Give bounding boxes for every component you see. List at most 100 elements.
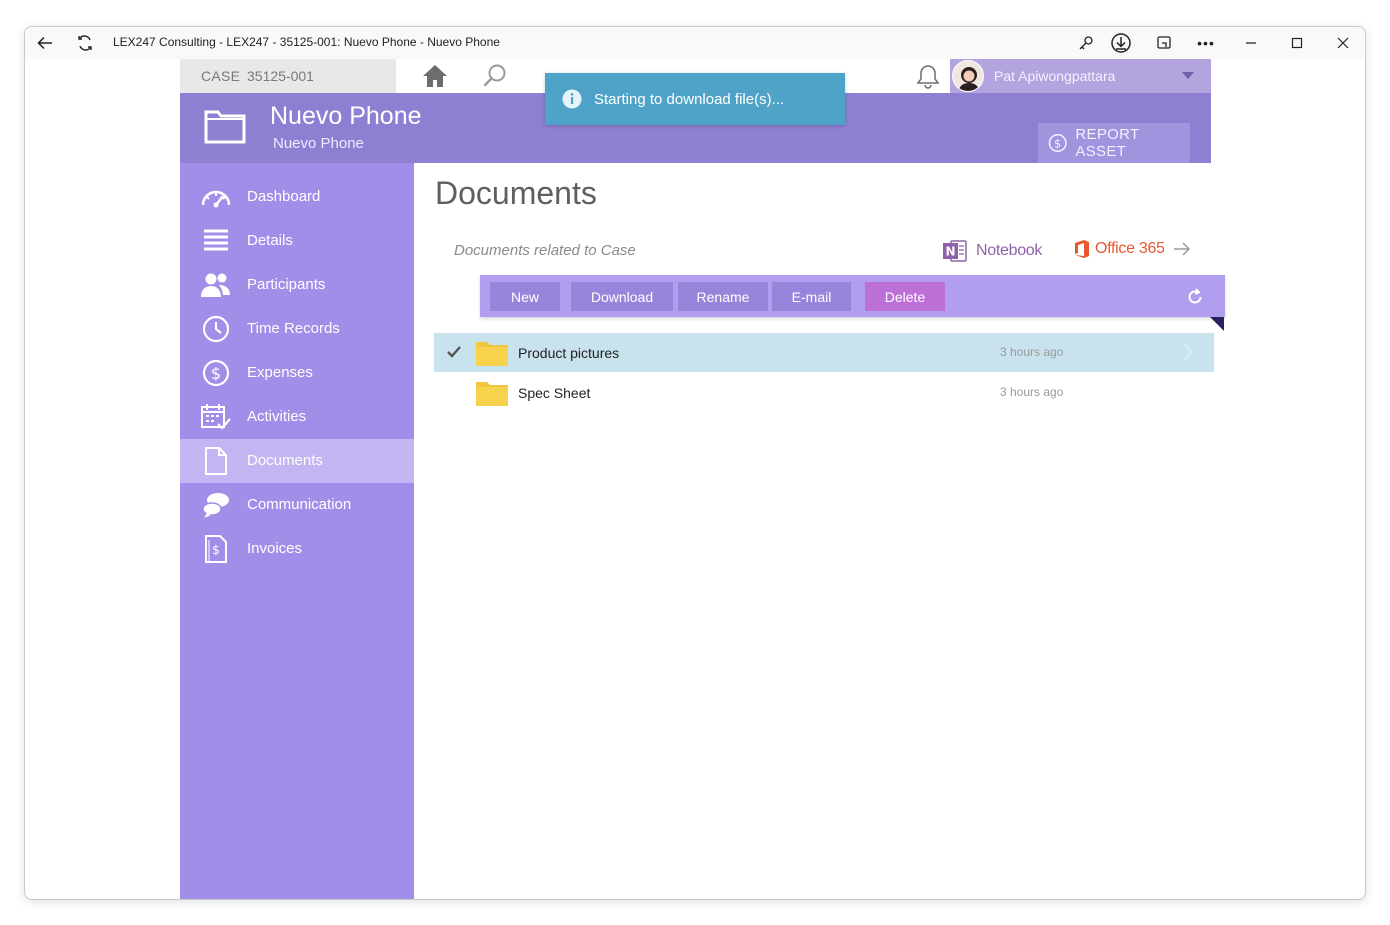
sidebar-item-label: Communication [247,496,352,513]
rename-button[interactable]: Rename [678,282,768,311]
gauge-icon [201,190,231,208]
file-row[interactable]: Product pictures 3 hours ago [434,333,1214,372]
check-icon [447,346,461,358]
toast-message: Starting to download file(s)... [594,91,785,108]
new-button[interactable]: New [490,282,560,311]
key-button[interactable] [1072,31,1100,55]
case-strip: CASE 35125-001 [180,59,396,93]
back-arrow-icon [37,36,52,50]
key-icon [1079,36,1093,50]
more-dots-icon: ••• [1197,35,1215,51]
email-button[interactable]: E-mail [772,282,851,311]
onenote-icon: N [943,240,967,262]
chevron-down-icon [1182,72,1194,79]
file-row[interactable]: Spec Sheet 3 hours ago [434,373,1214,412]
cast-button[interactable] [1150,31,1178,55]
refresh-window-button[interactable] [71,31,99,55]
window-title: LEX247 Consulting - LEX247 - 35125-001: … [113,35,500,49]
maximize-button[interactable] [1283,31,1311,55]
sidebar-item-activities[interactable]: Activities [180,395,414,439]
delete-button[interactable]: Delete [865,282,945,311]
maximize-icon [1291,37,1303,49]
sync-icon [78,35,92,51]
sidebar-item-dashboard[interactable]: Dashboard [180,175,414,219]
toolbar-corner-decoration [1210,317,1224,331]
page-title: Documents [435,175,597,211]
svg-text:$: $ [212,543,220,557]
close-icon [1337,37,1349,49]
user-avatar-icon [958,67,980,91]
calendar-icon [201,404,231,430]
folder-icon [476,382,508,406]
file-name: Product pictures [518,345,620,361]
home-icon[interactable] [421,62,449,90]
title-bar: LEX247 Consulting - LEX247 - 35125-001: … [25,27,1365,59]
sidebar-item-label: Documents [247,452,323,469]
sidebar-item-label: Participants [247,276,326,293]
sidebar-item-label: Invoices [247,540,303,557]
sidebar: Dashboard Details Participants Time Reco… [180,163,414,899]
chat-icon [202,493,229,518]
user-menu[interactable]: Pat Apiwongpattara [950,59,1211,93]
sidebar-item-participants[interactable]: Participants [180,263,414,307]
office-365-link[interactable]: Office 365 [1073,239,1191,259]
minimize-icon [1246,42,1256,44]
invoice-icon: $ [205,535,227,563]
svg-text:$: $ [211,364,221,383]
back-button[interactable] [31,31,59,55]
list-icon [204,229,228,251]
download-icon [1111,33,1131,53]
notebook-link[interactable]: N Notebook [942,238,1042,264]
sidebar-item-communication[interactable]: Communication [180,483,414,527]
search-icon[interactable] [482,63,508,89]
avatar [952,60,984,92]
chevron-right-icon [1184,344,1194,360]
folder-outline-icon [204,110,246,144]
sidebar-item-label: Expenses [247,364,313,381]
sidebar-item-label: Details [247,232,293,249]
download-button[interactable]: Download [571,282,673,311]
document-toolbar: New Download Rename E-mail Delete [480,275,1225,317]
file-timestamp: 3 hours ago [1000,345,1064,359]
sidebar-item-label: Time Records [247,320,340,337]
report-asset-label: REPORT ASSET [1075,126,1140,160]
documents-related-caption: Documents related to Case [454,242,636,259]
app-window: LEX247 Consulting - LEX247 - 35125-001: … [24,26,1366,900]
sidebar-item-invoices[interactable]: $ Invoices [180,527,414,571]
clock-icon [202,315,230,343]
download-toast[interactable]: Starting to download file(s)... [545,73,845,125]
case-number: 35125-001 [247,68,314,84]
sidebar-item-label: Activities [247,408,307,425]
downloads-button[interactable] [1107,31,1135,55]
bell-icon[interactable] [915,63,941,91]
sidebar-item-details[interactable]: Details [180,219,414,263]
svg-text:N: N [945,245,955,259]
user-name: Pat Apiwongpattara [994,68,1116,84]
notebook-label: Notebook [976,242,1043,259]
office-icon [1075,240,1089,258]
document-icon [205,447,227,475]
case-label: CASE [201,68,241,84]
sidebar-item-label: Dashboard [247,188,321,205]
dollar-icon: $ [202,359,230,387]
file-name: Spec Sheet [518,385,591,401]
more-button[interactable]: ••• [1192,31,1220,55]
case-subtitle: Nuevo Phone [273,135,364,152]
sidebar-item-expenses[interactable]: $ Expenses [180,351,414,395]
office-365-label: Office 365 [1095,240,1165,257]
report-asset-button[interactable]: $ REPORT ASSET [1038,123,1190,163]
main-content: Documents Documents related to Case N No… [414,163,1225,899]
people-icon [201,273,230,297]
svg-text:$: $ [1054,136,1061,150]
sidebar-item-time-records[interactable]: Time Records [180,307,414,351]
close-button[interactable] [1329,31,1357,55]
arrow-right-icon [1173,242,1190,256]
sidebar-item-documents[interactable]: Documents [180,439,414,483]
minimize-button[interactable] [1237,31,1265,55]
file-timestamp: 3 hours ago [1000,385,1064,399]
refresh-icon[interactable] [1185,287,1205,307]
case-title: Nuevo Phone [270,102,422,130]
app-canvas: CASE 35125-001 Pat Apiwongpattara Nuevo … [180,59,1225,899]
folder-icon [476,342,508,366]
dollar-circle-icon: $ [1048,133,1067,153]
